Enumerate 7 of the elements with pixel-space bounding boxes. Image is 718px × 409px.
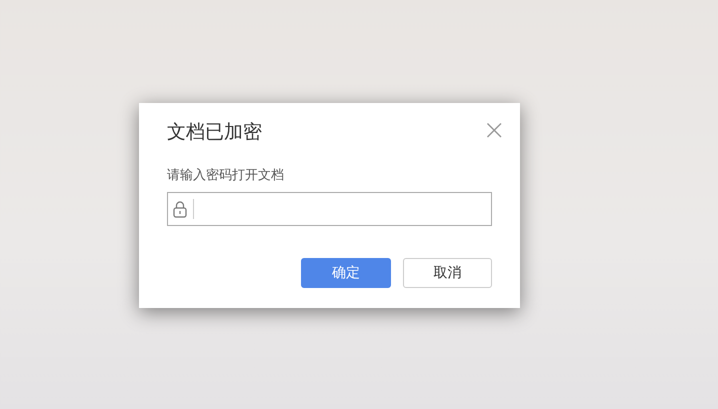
lock-icon: [173, 200, 187, 218]
password-field[interactable]: [167, 192, 492, 226]
confirm-button[interactable]: 确定: [301, 258, 391, 288]
close-button[interactable]: ×: [480, 119, 508, 141]
cancel-button[interactable]: 取消: [403, 258, 492, 288]
dialog-title: 文档已加密: [167, 120, 262, 145]
prompt-label: 请输入密码打开文档: [167, 167, 285, 185]
